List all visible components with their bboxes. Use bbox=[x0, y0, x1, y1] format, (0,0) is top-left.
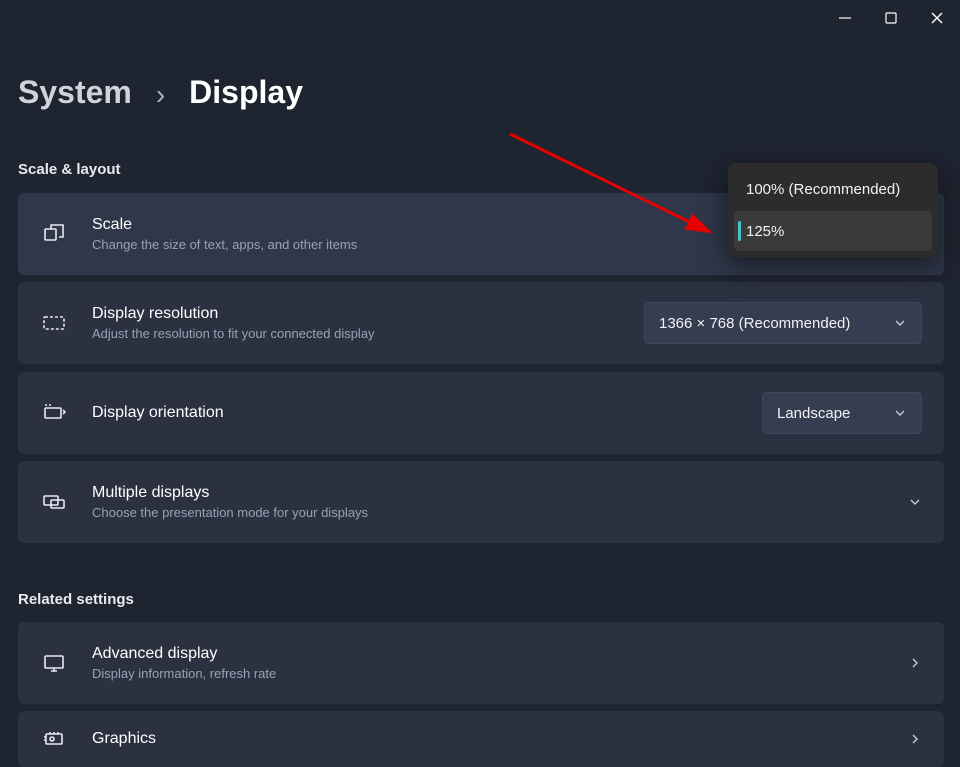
maximize-icon bbox=[884, 11, 898, 25]
setting-graphics[interactable]: Graphics bbox=[18, 711, 944, 767]
resolution-value: 1366 × 768 (Recommended) bbox=[659, 315, 850, 332]
resolution-title: Display resolution bbox=[92, 305, 375, 323]
scale-option-125[interactable]: 125% bbox=[734, 211, 932, 251]
scale-dropdown[interactable]: 100% (Recommended) 125% bbox=[728, 163, 938, 257]
setting-multiple-displays[interactable]: Multiple displays Choose the presentatio… bbox=[18, 461, 944, 543]
scale-title: Scale bbox=[92, 216, 357, 234]
multiple-displays-title: Multiple displays bbox=[92, 484, 368, 502]
advanced-display-subtitle: Display information, refresh rate bbox=[92, 666, 276, 681]
chevron-right-icon bbox=[908, 732, 922, 746]
advanced-display-title: Advanced display bbox=[92, 645, 276, 663]
setting-resolution[interactable]: Display resolution Adjust the resolution… bbox=[18, 282, 944, 364]
scale-icon bbox=[40, 220, 68, 248]
chevron-down-icon bbox=[908, 495, 922, 509]
close-button[interactable] bbox=[914, 0, 960, 36]
scale-option-label: 125% bbox=[746, 223, 784, 240]
minimize-button[interactable] bbox=[822, 0, 868, 36]
minimize-icon bbox=[838, 11, 852, 25]
orientation-icon bbox=[40, 399, 68, 427]
multiple-displays-subtitle: Choose the presentation mode for your di… bbox=[92, 505, 368, 520]
orientation-select[interactable]: Landscape bbox=[762, 392, 922, 434]
scale-option-label: 100% (Recommended) bbox=[746, 181, 900, 198]
section-related: Related settings bbox=[18, 591, 134, 608]
graphics-title: Graphics bbox=[92, 730, 156, 748]
close-icon bbox=[930, 11, 944, 25]
setting-advanced-display[interactable]: Advanced display Display information, re… bbox=[18, 622, 944, 704]
breadcrumb-display: Display bbox=[189, 74, 303, 111]
multiple-displays-icon bbox=[40, 488, 68, 516]
resolution-icon bbox=[40, 309, 68, 337]
monitor-icon bbox=[40, 649, 68, 677]
chevron-right-icon: › bbox=[156, 79, 165, 111]
resolution-select[interactable]: 1366 × 768 (Recommended) bbox=[644, 302, 922, 344]
maximize-button[interactable] bbox=[868, 0, 914, 36]
breadcrumb: System › Display bbox=[18, 74, 303, 111]
scale-option-100[interactable]: 100% (Recommended) bbox=[734, 169, 932, 209]
chevron-down-icon bbox=[893, 316, 907, 330]
orientation-value: Landscape bbox=[777, 405, 850, 422]
breadcrumb-system[interactable]: System bbox=[18, 74, 132, 111]
chevron-down-icon bbox=[893, 406, 907, 420]
graphics-icon bbox=[40, 725, 68, 753]
resolution-subtitle: Adjust the resolution to fit your connec… bbox=[92, 326, 375, 341]
section-scale-layout: Scale & layout bbox=[18, 161, 121, 178]
scale-subtitle: Change the size of text, apps, and other… bbox=[92, 237, 357, 252]
setting-orientation[interactable]: Display orientation Landscape bbox=[18, 372, 944, 454]
orientation-title: Display orientation bbox=[92, 404, 224, 422]
chevron-right-icon bbox=[908, 656, 922, 670]
